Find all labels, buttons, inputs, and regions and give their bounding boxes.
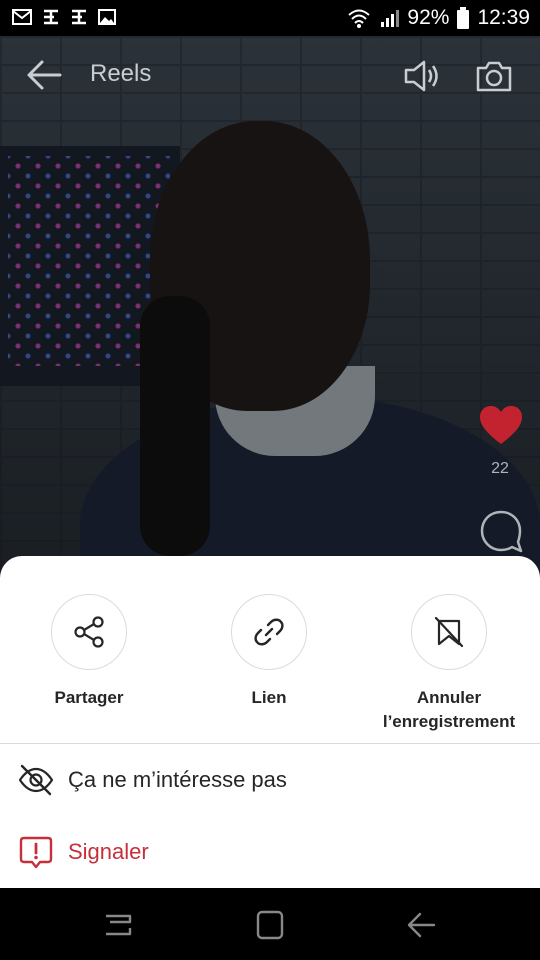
- reel-video[interactable]: [0, 36, 540, 596]
- eye-crossed-icon: [18, 764, 54, 796]
- options-sheet: Partager Lien Annuler l’enregistrement Ç…: [0, 556, 540, 888]
- arrow-left-icon: [27, 60, 62, 90]
- back-button[interactable]: [24, 58, 64, 92]
- link-button[interactable]: [231, 594, 307, 670]
- home-button[interactable]: [252, 908, 292, 942]
- comment-icon: [480, 510, 523, 553]
- link-label: Lien: [251, 688, 287, 707]
- system-navigation-bar: [0, 888, 540, 960]
- like-count: 22: [491, 460, 509, 477]
- unsave-button[interactable]: [411, 594, 487, 670]
- comment-button[interactable]: [478, 508, 524, 554]
- status-bar: 92% 12:39: [0, 0, 540, 36]
- link-action[interactable]: Lien: [189, 594, 349, 710]
- report-label: Signaler: [68, 839, 149, 864]
- overlay-dim: [0, 36, 540, 596]
- camera-icon: [476, 61, 512, 92]
- battery-percentage: 92%: [407, 6, 450, 29]
- report-option[interactable]: Signaler: [18, 832, 149, 872]
- home-icon: [256, 910, 284, 940]
- recent-apps-icon: [106, 914, 132, 936]
- battery-icon: [457, 7, 470, 29]
- not-interested-option[interactable]: Ça ne m’intéresse pas: [18, 760, 287, 800]
- heart-icon: [480, 406, 522, 444]
- share-button[interactable]: [51, 594, 127, 670]
- page-title: Reels: [90, 60, 152, 87]
- back-arrow-icon: [407, 912, 436, 938]
- divider: [0, 743, 540, 744]
- reels-header: Reels: [0, 36, 540, 116]
- like-button[interactable]: [478, 404, 524, 446]
- unsave-action[interactable]: Annuler l’enregistrement: [369, 594, 529, 734]
- link-icon: [254, 618, 284, 646]
- unsave-label: Annuler l’enregistrement: [382, 688, 516, 731]
- notification-app-icon: [72, 9, 86, 25]
- camera-button[interactable]: [474, 58, 514, 94]
- share-action[interactable]: Partager: [9, 594, 169, 710]
- notification-icons: [12, 8, 116, 26]
- notification-app-icon: [44, 9, 58, 25]
- gmail-icon: [12, 9, 32, 25]
- image-icon: [98, 9, 116, 25]
- system-back-button[interactable]: [404, 908, 444, 942]
- wifi-icon: [348, 9, 371, 28]
- report-icon: [19, 836, 53, 869]
- speaker-icon: [404, 60, 438, 92]
- sound-toggle-button[interactable]: [402, 58, 442, 94]
- recent-apps-button[interactable]: [100, 908, 140, 942]
- not-interested-label: Ça ne m’intéresse pas: [68, 767, 287, 792]
- bookmark-remove-icon: [434, 616, 464, 648]
- share-icon: [74, 616, 104, 648]
- share-label: Partager: [54, 688, 124, 707]
- signal-icon: [381, 10, 400, 27]
- clock: 12:39: [477, 6, 530, 29]
